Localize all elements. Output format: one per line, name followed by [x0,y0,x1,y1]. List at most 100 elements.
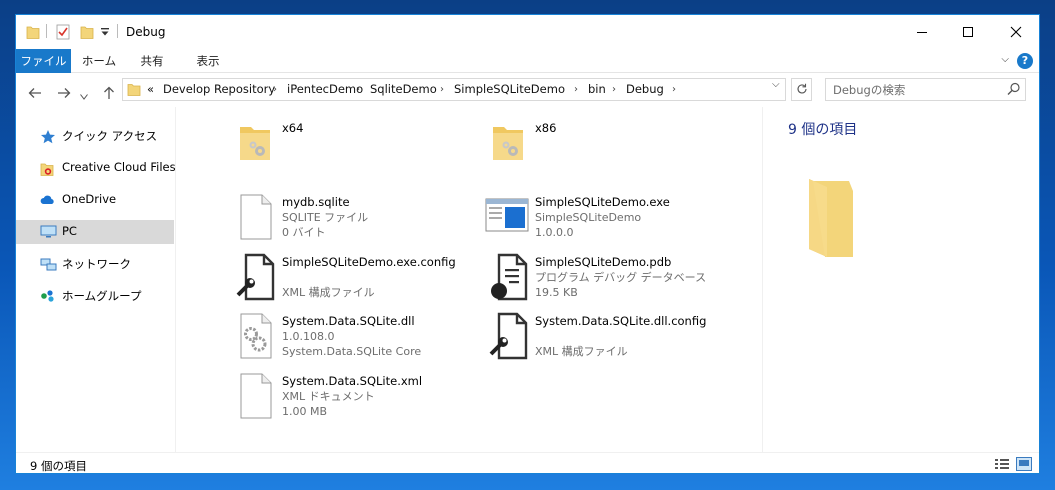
tab-view[interactable]: 表示 [188,49,228,73]
breadcrumb-debug[interactable]: Debug [626,79,664,100]
preview-pane: 9 個の項目 [762,107,1039,452]
file-list: x64 x86 mydb.sqlite SQLITE ファイル 0 バイト Si… [176,107,761,452]
file-name: SimpleSQLiteDemo.exe.config [282,255,456,269]
recent-locations-icon[interactable] [80,87,88,107]
file-type: SQLITE ファイル [282,211,369,224]
tab-home[interactable]: ホーム [78,49,120,73]
status-bar: 9 個の項目 [16,452,1039,473]
large-icons-view-icon[interactable] [1016,457,1032,471]
chevron-right-icon[interactable]: › [273,79,277,100]
close-button[interactable] [993,15,1039,49]
breadcrumb-develop-repository[interactable]: Develop Repository [163,79,275,100]
breadcrumb-bin[interactable]: bin [588,79,606,100]
chevron-right-icon[interactable]: › [672,79,676,100]
search-box[interactable] [825,78,1026,101]
file-item-system-data-sqlite-xml[interactable]: System.Data.SQLite.xml XML ドキュメント 1.00 M… [236,372,486,430]
nav-item-homegroup[interactable]: ホームグループ [16,284,174,308]
properties-icon[interactable] [56,24,70,40]
file-description: SimpleSQLiteDemo [535,211,642,224]
file-name: SimpleSQLiteDemo.pdb [535,255,672,269]
address-row: « Develop Repository › iPentecDemo › Sql… [16,74,1039,106]
nav-item-creative-cloud-files[interactable]: Creative Cloud Files [16,156,176,180]
computer-icon [40,225,57,238]
tab-share[interactable]: 共有 [134,49,170,73]
title-bar: Debug [16,15,1039,49]
exe-window-icon [485,198,529,232]
file-description: System.Data.SQLite Core [282,345,422,358]
maximize-button[interactable] [945,15,991,49]
help-button[interactable]: ? [1017,53,1033,69]
expand-ribbon-icon[interactable]: ⌵ [1001,54,1009,65]
folder-icon [26,26,40,39]
customize-dropdown-icon[interactable] [100,27,110,37]
file-name: x86 [535,121,557,135]
star-icon [41,130,55,144]
nav-item-label: ネットワーク [62,257,131,271]
chevron-right-icon[interactable]: › [612,79,616,100]
chevron-right-icon[interactable]: › [440,79,444,100]
file-item-x64[interactable]: x64 [236,119,486,177]
minimize-button[interactable] [899,15,945,49]
breadcrumb-overflow[interactable]: « [147,79,154,100]
dll-file-icon [240,313,272,359]
nav-item-label: PC [62,224,77,238]
ribbon-tabs: ファイル ホーム 共有 表示 ⌵ ? [16,49,1039,73]
minimize-icon [917,32,927,33]
config-file-icon [489,312,528,360]
file-item-mydb-sqlite[interactable]: mydb.sqlite SQLITE ファイル 0 バイト [236,193,486,251]
new-folder-icon[interactable] [80,24,94,40]
homegroup-icon [41,290,54,302]
file-item-system-data-sqlite-dll[interactable]: System.Data.SQLite.dll 1.0.108.0 System.… [236,312,486,370]
network-icon [40,258,57,271]
search-icon[interactable] [1007,82,1021,96]
nav-item-pc[interactable]: PC [16,220,174,244]
breadcrumb-simplesqlitedemo[interactable]: SimpleSQLiteDemo [454,79,565,100]
refresh-button[interactable] [791,78,812,101]
toolbar-separator [46,24,47,38]
nav-item-onedrive[interactable]: OneDrive [16,188,174,212]
up-arrow-icon[interactable] [102,83,116,103]
config-file-icon [236,253,275,301]
file-type: XML 構成ファイル [535,345,628,358]
back-arrow-icon[interactable] [28,83,42,103]
file-version: 1.0.108.0 [282,330,335,343]
file-type: プログラム デバッグ データベース [535,271,707,284]
chevron-right-icon[interactable]: › [356,79,360,100]
file-item-simplesqlitedemo-pdb[interactable]: SimpleSQLiteDemo.pdb プログラム デバッグ データベース 1… [489,253,739,311]
details-view-icon[interactable] [994,457,1010,471]
nav-item-label: Creative Cloud Files [62,160,176,174]
file-item-system-data-sqlite-dll-config[interactable]: System.Data.SQLite.dll.config XML 構成ファイル [489,312,739,370]
folder-icon [809,179,853,257]
file-name: System.Data.SQLite.dll [282,314,415,328]
chevron-right-icon[interactable]: › [574,79,578,100]
nav-item-label: クイック アクセス [62,129,158,143]
status-item-count: 9 個の項目 [30,459,87,473]
folder-gear-icon [240,127,270,160]
blank-file-icon [240,373,272,419]
nav-item-label: OneDrive [62,192,117,206]
breadcrumb-ipentecdemo[interactable]: iPentecDemo [287,79,363,100]
explorer-window: Debug ファイル ホーム 共有 表示 ⌵ ? « Develop Repos… [15,14,1040,474]
file-type: XML 構成ファイル [282,286,375,299]
file-item-simplesqlitedemo-exe[interactable]: SimpleSQLiteDemo.exe SimpleSQLiteDemo 1.… [485,193,739,251]
creative-cloud-icon [40,163,54,176]
tab-file[interactable]: ファイル [16,49,71,73]
nav-item-network[interactable]: ネットワーク [16,252,174,276]
address-dropdown-icon[interactable]: ⌵ [772,79,780,90]
file-name: System.Data.SQLite.dll.config [535,314,707,328]
address-bar[interactable]: « Develop Repository › iPentecDemo › Sql… [122,78,786,101]
blank-file-icon [240,194,272,240]
breadcrumb-sqlitedemo[interactable]: SqliteDemo [370,79,437,100]
file-item-x86[interactable]: x86 [489,119,739,177]
file-type: XML ドキュメント [282,390,375,403]
refresh-icon [796,83,807,94]
search-input[interactable] [826,79,1001,100]
file-name: x64 [282,121,304,135]
cloud-icon [40,195,54,204]
close-icon [1010,26,1022,38]
forward-arrow-icon[interactable] [57,83,71,103]
maximize-icon [963,27,973,37]
nav-item-quick-access[interactable]: クイック アクセス [16,124,174,148]
toolbar-separator [117,24,118,38]
file-item-simplesqlitedemo-exe-config[interactable]: SimpleSQLiteDemo.exe.config XML 構成ファイル [236,253,486,311]
